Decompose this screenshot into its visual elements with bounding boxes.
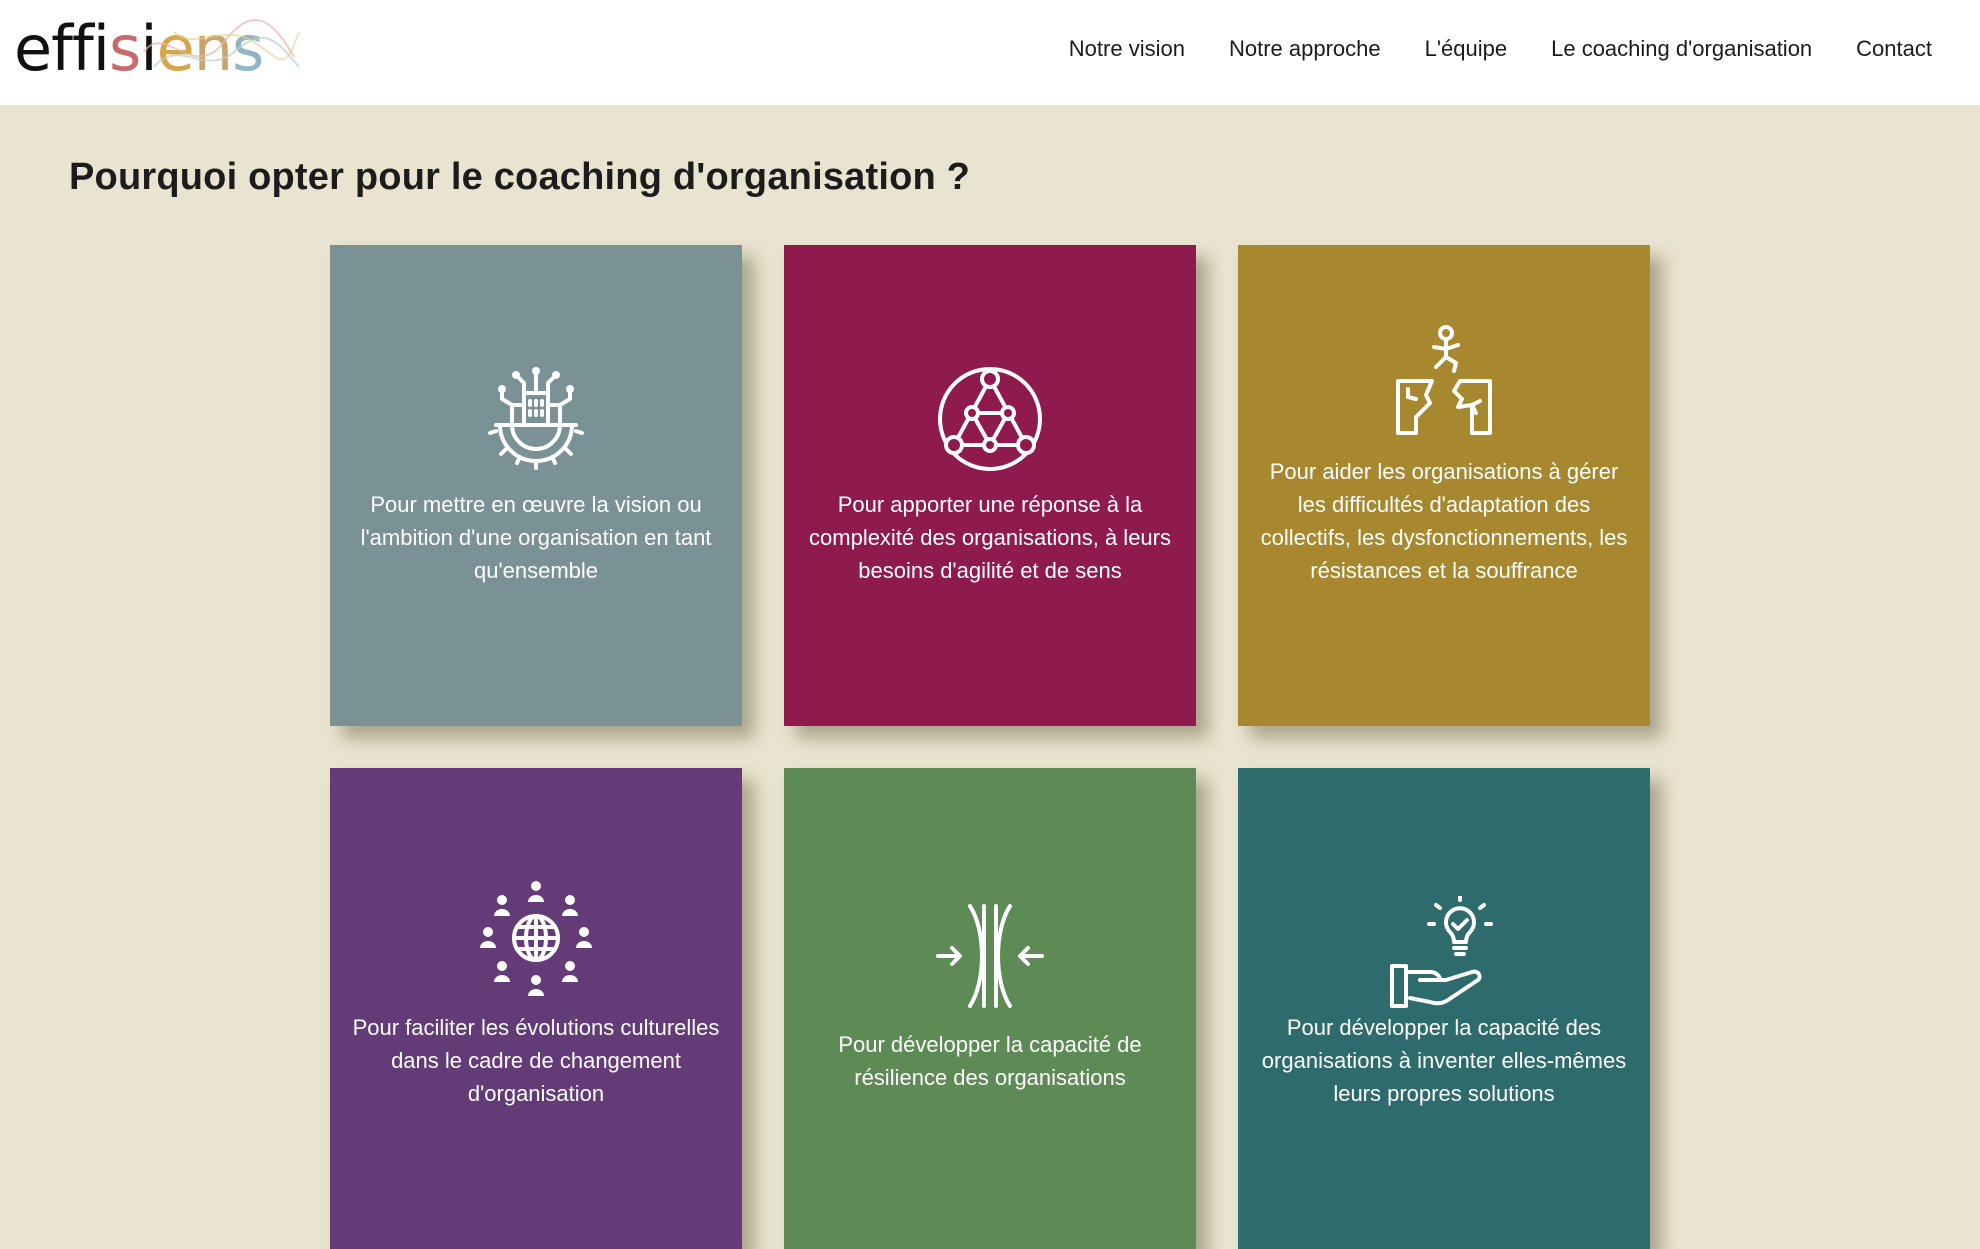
reasons-grid: Pour mettre en œuvre la vision ou l'ambi… xyxy=(330,245,1650,1249)
card-text: Pour mettre en œuvre la vision ou l'ambi… xyxy=(360,492,712,583)
reason-card-solutions[interactable]: Pour développer la capacité des organisa… xyxy=(1238,768,1650,1249)
card-text: Pour apporter une réponse à la complexit… xyxy=(809,492,1171,583)
gear-city-icon xyxy=(488,367,584,470)
reason-card-adaptation[interactable]: Pour aider les organisations à gérer les… xyxy=(1238,245,1650,726)
globe-people-icon xyxy=(480,881,592,996)
network-sphere-icon xyxy=(938,367,1042,471)
hand-lightbulb-icon xyxy=(1390,896,1493,1008)
site-header: effisiens Notre vision Notre approche L'… xyxy=(0,0,1980,105)
card-text: Pour aider les organisations à gérer les… xyxy=(1260,459,1628,583)
card-text: Pour développer la capacité des organisa… xyxy=(1261,1015,1627,1106)
card-text: Pour faciliter les évolutions culturelle… xyxy=(352,1015,720,1106)
nav-notre-vision[interactable]: Notre vision xyxy=(1069,36,1185,62)
nav-equipe[interactable]: L'équipe xyxy=(1425,36,1508,62)
reason-card-culture[interactable]: Pour faciliter les évolutions culturelle… xyxy=(330,768,742,1249)
site-logo[interactable]: effisiens xyxy=(14,10,300,88)
nav-notre-approche[interactable]: Notre approche xyxy=(1229,36,1381,62)
reason-card-resilience[interactable]: Pour développer la capacité de résilienc… xyxy=(784,768,1196,1249)
resilience-arrows-icon xyxy=(936,904,1044,1008)
logo-text: effisiens xyxy=(14,12,264,85)
nav-coaching-organisation[interactable]: Le coaching d'organisation xyxy=(1551,36,1812,62)
main-nav: Notre vision Notre approche L'équipe Le … xyxy=(1069,36,1932,62)
reason-card-complexity[interactable]: Pour apporter une réponse à la complexit… xyxy=(784,245,1196,726)
nav-contact[interactable]: Contact xyxy=(1856,36,1932,62)
page-title: Pourquoi opter pour le coaching d'organi… xyxy=(69,156,971,198)
gap-jump-icon xyxy=(1396,325,1492,435)
reason-card-vision[interactable]: Pour mettre en œuvre la vision ou l'ambi… xyxy=(330,245,742,726)
card-text: Pour développer la capacité de résilienc… xyxy=(838,1032,1142,1090)
